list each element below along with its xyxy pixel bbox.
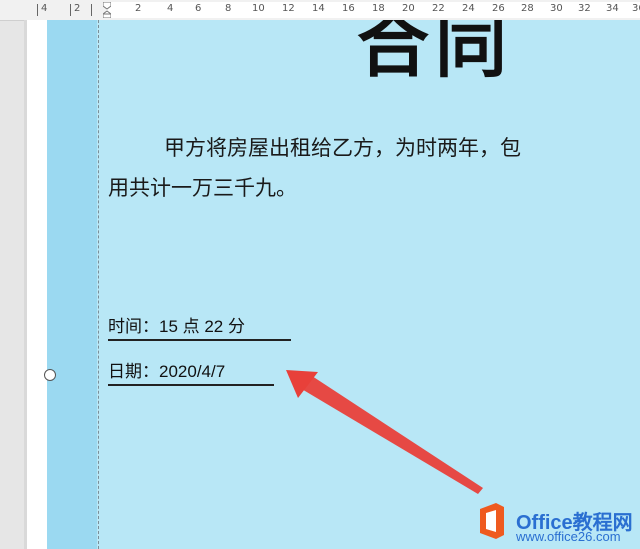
office-logo-icon [480,503,504,539]
annotation-arrow-icon [286,370,483,494]
watermark-url: www.office26.com [516,529,621,544]
watermark: Office教程网 www.office26.com [470,498,640,549]
